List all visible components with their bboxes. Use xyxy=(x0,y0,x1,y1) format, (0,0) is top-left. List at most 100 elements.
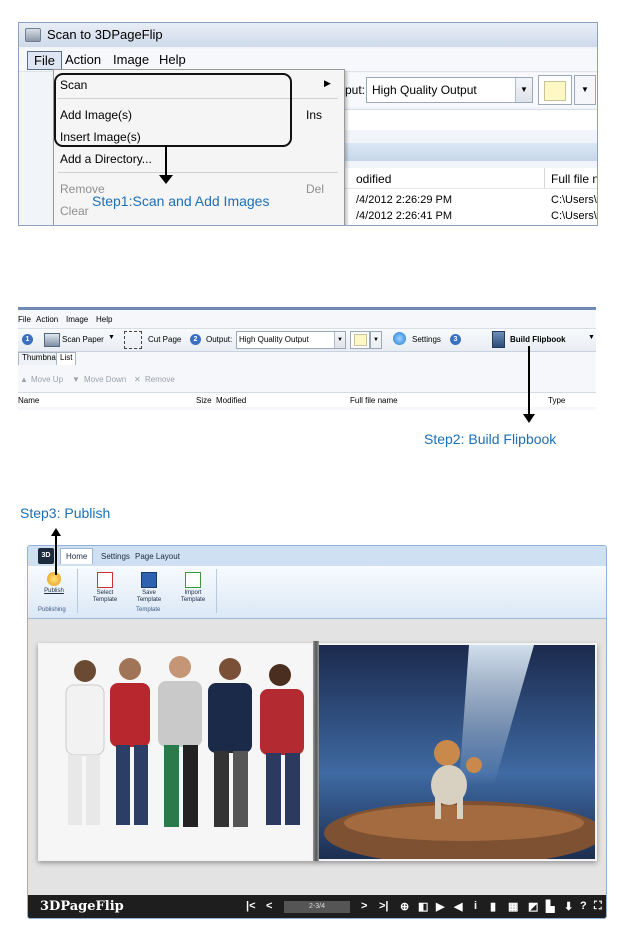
bookmark-icon[interactable]: ▮ xyxy=(490,900,496,913)
build-flipbook-button[interactable]: Build Flipbook xyxy=(510,335,566,344)
save-template-button[interactable]: Save Template xyxy=(129,569,169,607)
arrow-down-icon xyxy=(159,175,173,184)
share-icon[interactable]: ◩ xyxy=(528,900,538,913)
tab-page-layout[interactable]: Page Layout xyxy=(130,549,185,564)
tab-list[interactable]: List xyxy=(56,352,77,365)
arrow-up-icon: ▲ xyxy=(20,375,28,384)
arrow-line xyxy=(528,346,530,416)
publish-button[interactable]: Publish xyxy=(34,569,74,607)
info-icon[interactable]: i xyxy=(474,900,477,912)
cut-page-button[interactable]: Cut Page xyxy=(148,335,181,344)
sound-icon[interactable]: ◀ xyxy=(454,900,462,913)
next-page-icon[interactable]: > xyxy=(361,900,367,912)
book-icon xyxy=(492,331,505,348)
menu-item-add-directory[interactable]: Add a Directory... xyxy=(60,152,152,166)
menu-image[interactable]: Image xyxy=(107,51,155,68)
menu-help[interactable]: Help xyxy=(153,51,192,68)
first-page-icon[interactable]: |< xyxy=(246,900,256,912)
play-icon[interactable]: ▶ xyxy=(436,900,444,913)
auto-flip-icon[interactable]: ◧ xyxy=(418,900,428,913)
help-icon[interactable]: ? xyxy=(580,900,587,912)
button-label: Template xyxy=(92,597,118,603)
highlight-box xyxy=(54,73,292,147)
zoom-icon[interactable]: ⊕ xyxy=(400,900,409,913)
book-spine xyxy=(313,641,319,861)
output-label: Output: xyxy=(206,335,233,344)
output-select[interactable]: High Quality Output ▼ xyxy=(236,331,346,349)
thumbnails-icon[interactable]: ▦ xyxy=(508,900,518,913)
tab-strip xyxy=(344,143,597,161)
color-swatch xyxy=(544,81,566,101)
page-number[interactable]: 2-3/4 xyxy=(284,901,350,913)
move-down-button[interactable]: Move Down xyxy=(84,375,126,384)
fullscreen-icon[interactable]: ⛶ xyxy=(594,900,602,913)
col-size[interactable]: Size xyxy=(196,396,212,405)
col-modified[interactable]: Modified xyxy=(216,396,246,405)
menu-file[interactable]: File xyxy=(27,51,62,70)
remove-button[interactable]: Remove xyxy=(145,375,175,384)
menu-file[interactable]: File xyxy=(18,315,31,324)
menu-item-clear[interactable]: Clear xyxy=(60,204,89,218)
cut-page-icon xyxy=(124,331,142,349)
col-fullname[interactable]: Full file name xyxy=(551,172,597,186)
menu-action[interactable]: Action xyxy=(59,51,107,68)
menu-image[interactable]: Image xyxy=(66,315,88,324)
output-select[interactable]: put: High Quality Output ▼ xyxy=(345,77,533,103)
ribbon-tabs: 3D Home Settings Page Layout xyxy=(28,546,606,566)
arrow-line xyxy=(165,145,167,179)
move-up-button[interactable]: Move Up xyxy=(31,375,63,384)
control-bar: 3DPageFlip |< < 2-3/4 > >| ⊕ ◧ ▶ ◀ i ▮ ▦… xyxy=(28,895,606,918)
step-number-1: 1 xyxy=(22,334,33,345)
app-logo[interactable]: 3D xyxy=(38,548,54,564)
color-dropdown-icon[interactable]: ▼ xyxy=(574,75,596,105)
list-header: odified Full file name xyxy=(344,168,597,189)
arrow-line xyxy=(55,535,57,575)
color-swatch xyxy=(354,334,367,346)
import-icon xyxy=(185,572,201,588)
right-page[interactable] xyxy=(317,643,597,861)
brand-logo: 3DPageFlip xyxy=(40,899,124,914)
col-modified[interactable]: odified xyxy=(356,172,391,186)
step2-label: Step2: Build Flipbook xyxy=(424,431,557,447)
row-path: C:\Users\Pul xyxy=(551,194,597,206)
color-picker[interactable] xyxy=(350,331,370,349)
menu-action[interactable]: Action xyxy=(36,315,58,324)
print-icon[interactable]: ▙ xyxy=(546,900,554,913)
scan-paper-button[interactable]: Scan Paper xyxy=(62,335,104,344)
toolbar: put: High Quality Output ▼ ▼ xyxy=(344,73,597,107)
chevron-down-icon[interactable]: ▼ xyxy=(588,334,595,341)
arrow-down-icon: ▼ xyxy=(72,375,80,384)
view-tabs: Thumbnail List xyxy=(18,352,596,366)
button-label: Import xyxy=(184,590,202,596)
settings-button[interactable]: Settings xyxy=(412,335,441,344)
color-dropdown-icon[interactable]: ▼ xyxy=(370,331,382,349)
window-title: Scan to 3DPageFlip xyxy=(47,27,163,42)
import-template-button[interactable]: Import Template xyxy=(173,569,213,607)
tab-home[interactable]: Home xyxy=(60,548,94,564)
col-type[interactable]: Type xyxy=(548,396,565,405)
scan-window: Scan to 3DPageFlip File Action Image Hel… xyxy=(18,22,598,226)
people-photo xyxy=(40,645,316,859)
button-label: Select xyxy=(96,590,114,596)
chevron-down-icon[interactable]: ▼ xyxy=(515,78,532,102)
left-page[interactable] xyxy=(38,643,318,861)
shortcut-del: Del xyxy=(306,182,325,196)
output-label: put: xyxy=(345,83,366,97)
color-picker[interactable] xyxy=(538,75,572,105)
col-fullname[interactable]: Full file name xyxy=(350,396,398,405)
cartoon-photo xyxy=(319,645,595,859)
prev-page-icon[interactable]: < xyxy=(266,900,272,912)
chevron-down-icon[interactable]: ▼ xyxy=(334,332,345,348)
chevron-down-icon[interactable]: ▼ xyxy=(108,334,115,341)
scanner-icon xyxy=(25,28,41,42)
gear-icon xyxy=(393,332,406,345)
menu-help[interactable]: Help xyxy=(96,315,112,324)
save-icon xyxy=(141,572,157,588)
button-label: Template xyxy=(180,597,206,603)
select-template-icon xyxy=(97,572,113,588)
select-template-button[interactable]: Select Template xyxy=(85,569,125,607)
button-label: Template xyxy=(136,597,162,603)
download-icon[interactable]: ⬇ xyxy=(564,900,573,913)
last-page-icon[interactable]: >| xyxy=(379,900,389,912)
col-name[interactable]: Name xyxy=(18,396,39,405)
